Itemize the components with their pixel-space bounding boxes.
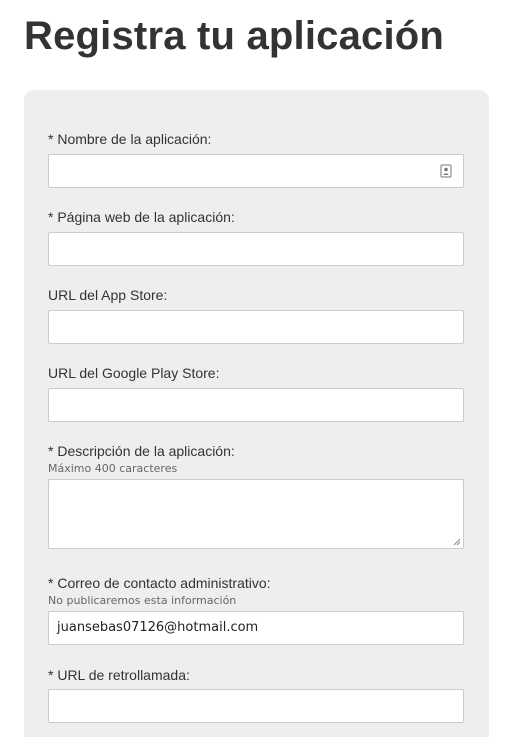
description-hint: Máximo 400 caracteres [48,462,178,475]
admin-email-hint: No publicaremos esta información [48,594,237,607]
contact-card-icon[interactable] [439,164,453,178]
callback-url-label: * URL de retrollamada: [48,667,190,683]
description-textarea[interactable] [48,479,464,549]
google-play-url-input[interactable] [48,388,464,422]
app-store-url-label: URL del App Store: [48,287,168,303]
resize-grip-icon[interactable] [453,538,461,546]
admin-email-input[interactable]: juansebas07126@hotmail.com [48,611,464,645]
registration-form: * Nombre de la aplicación: * Página web … [24,90,489,737]
callback-url-input[interactable] [48,689,464,723]
description-label: * Descripción de la aplicación: [48,443,235,459]
app-website-input[interactable] [48,232,464,266]
app-website-label: * Página web de la aplicación: [48,209,235,225]
page: Registra tu aplicación * Nombre de la ap… [0,0,508,737]
app-name-input[interactable] [48,154,464,188]
admin-email-value: juansebas07126@hotmail.com [57,620,259,635]
app-name-label: * Nombre de la aplicación: [48,131,212,147]
google-play-url-label: URL del Google Play Store: [48,365,220,381]
page-title: Registra tu aplicación [24,14,445,58]
app-store-url-input[interactable] [48,310,464,344]
admin-email-label: * Correo de contacto administrativo: [48,575,271,591]
